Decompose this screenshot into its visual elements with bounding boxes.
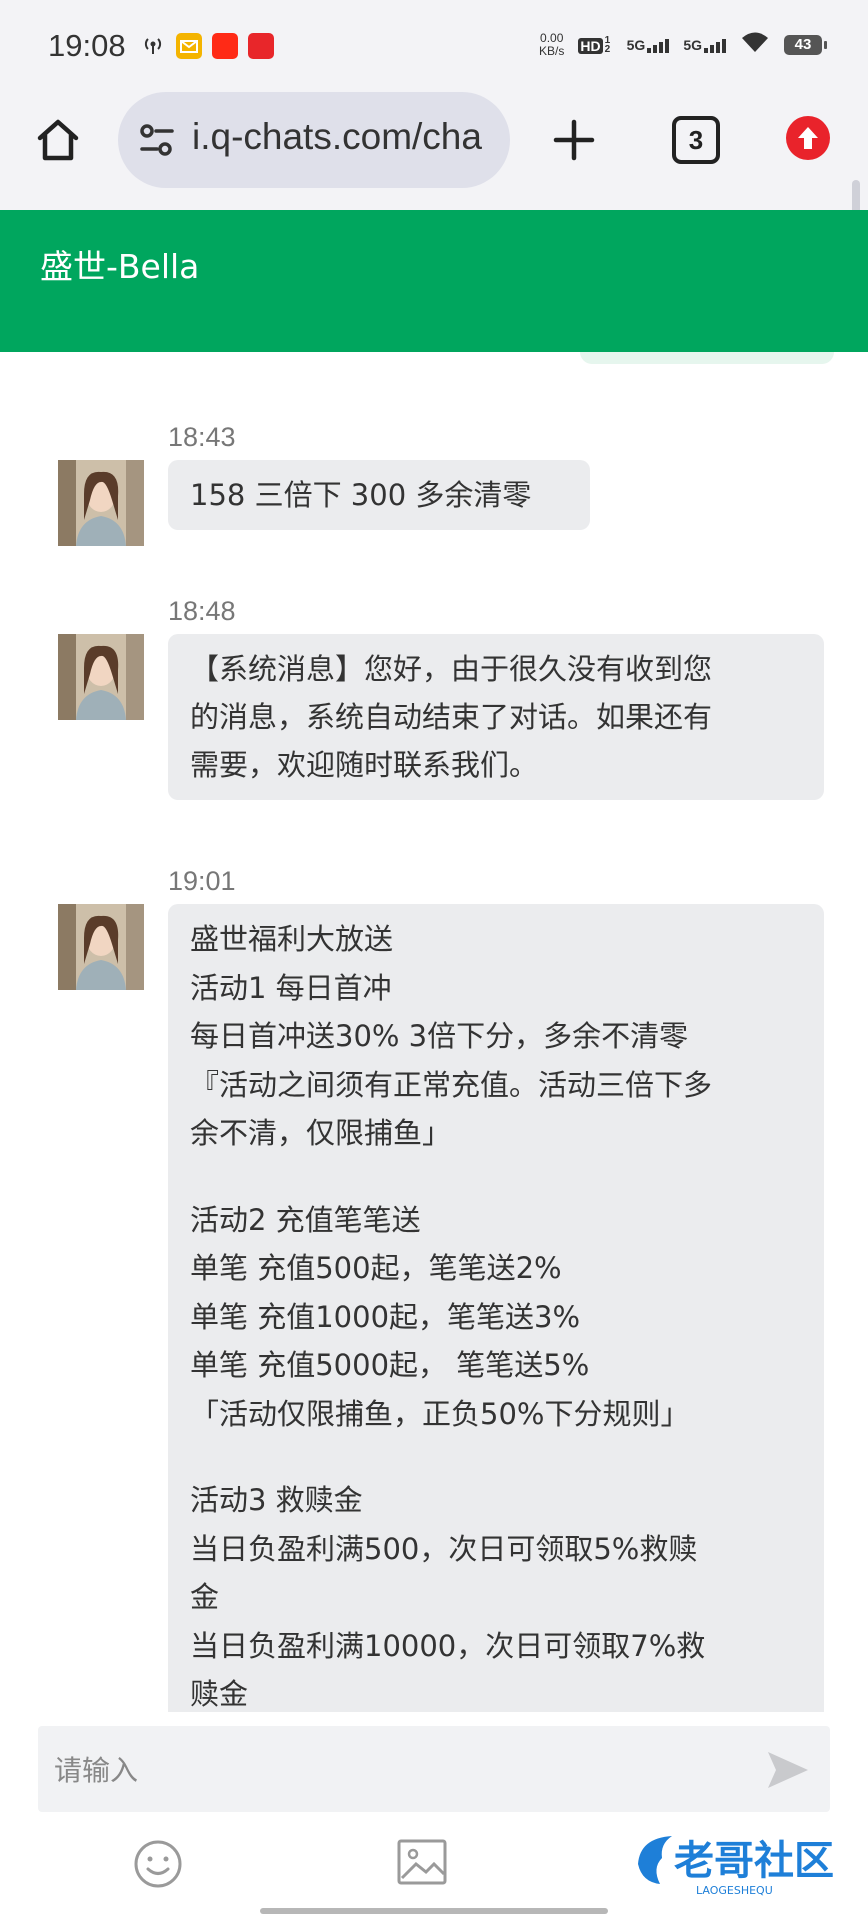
hd-indicator: HD 1 2	[578, 34, 612, 55]
hotspot-icon	[140, 32, 166, 60]
update-button[interactable]	[786, 116, 830, 160]
message-bubble: 【系统消息】您好，由于很久没有收到您 的消息，系统自动结束了对话。如果还有 需要…	[168, 634, 824, 800]
message-line: 『活动之间须有正常充值。活动三倍下多	[190, 1067, 713, 1102]
watermark-subtext: LAOGESHEQU	[696, 1884, 773, 1897]
upload-icon	[798, 127, 818, 149]
home-button[interactable]	[30, 112, 86, 168]
message-line: 需要，欢迎随时联系我们。	[190, 748, 539, 782]
message-line: 活动3 救赎金	[190, 1483, 363, 1517]
message-line: 158 三倍下 300 多余清零	[190, 478, 532, 512]
message-line: 「活动仅限捕鱼，正负50%下分规则」	[190, 1396, 690, 1431]
message-line: 单笔 充值5000起， 笔笔送5%	[190, 1348, 590, 1382]
message-input-box	[38, 1726, 830, 1814]
new-tab-button[interactable]	[546, 112, 602, 168]
status-time: 19:08	[48, 28, 126, 63]
tab-switcher-button[interactable]: 3	[672, 116, 720, 164]
address-bar[interactable]: i.q-chats.com/cha	[118, 92, 510, 188]
hd-sub: 1 2	[604, 34, 611, 55]
avatar[interactable]	[58, 460, 144, 546]
battery-indicator: 43	[784, 34, 827, 55]
sim1-label: 5G	[626, 36, 646, 53]
signal-sim1-icon: 5G	[627, 37, 670, 53]
message-line: 赎金	[190, 1677, 249, 1711]
watermark-logo: 老哥社区 LAOGESHEQU	[630, 1824, 854, 1898]
message-line: 当日负盈利满500，次日可领取5%救赎	[190, 1531, 698, 1566]
message-line: 活动1 每日首冲	[190, 970, 392, 1005]
avatar[interactable]	[58, 904, 144, 990]
home-icon	[37, 119, 79, 161]
wifi-icon	[740, 30, 770, 59]
net-speed-unit: KB/s	[539, 43, 565, 58]
avatar[interactable]	[58, 634, 144, 720]
message-line: 单笔 充值500起，笔笔送2%	[190, 1251, 562, 1285]
gift-app-icon	[248, 33, 274, 59]
emoji-icon[interactable]	[132, 1838, 184, 1890]
message-time: 18:43	[168, 422, 236, 452]
message-list[interactable]: 18:43 158 三倍下 300 多余清零 18:48 【系统消息】您好，由于…	[0, 352, 868, 1712]
message-line: 金	[190, 1580, 220, 1614]
chat-title: 盛世-Bella	[40, 247, 200, 286]
input-toolbar: 老哥社区 LAOGESHEQU	[0, 1812, 868, 1920]
message-line: 【系统消息】您好，由于很久没有收到您	[190, 652, 713, 686]
image-icon[interactable]	[396, 1838, 448, 1886]
message-time: 19:01	[168, 866, 236, 896]
message-line: 当日负盈利满10000，次日可领取7%救	[190, 1628, 706, 1663]
watermark-text: 老哥社区	[674, 1838, 834, 1884]
browser-toolbar: i.q-chats.com/cha 3	[0, 92, 868, 284]
message-time: 18:48	[168, 596, 236, 626]
signal-sim2-icon: 5G	[683, 37, 726, 53]
plus-icon	[553, 119, 595, 161]
chat-header: 盛世-Bella	[0, 210, 868, 352]
mail-app-icon	[176, 33, 202, 59]
message-line: 余不清，仅限捕鱼」	[190, 1116, 452, 1150]
message-bubble: 158 三倍下 300 多余清零	[168, 460, 590, 530]
home-indicator[interactable]	[260, 1908, 608, 1914]
message-line: 活动2 充值笔笔送	[190, 1202, 421, 1237]
site-settings-icon[interactable]	[138, 120, 176, 164]
sim2-label: 5G	[683, 36, 702, 53]
net-speed-value: 0.00	[540, 30, 564, 45]
message-line: 盛世福利大放送	[190, 922, 394, 956]
status-bar: 19:08 0.00 KB/s HD 1 2 5G 5G 43	[0, 0, 868, 92]
message-line: 每日首冲送30% 3倍下分，多余不清零	[190, 1019, 689, 1053]
message-input[interactable]	[52, 1726, 756, 1814]
hd-label: HD	[578, 37, 603, 54]
net-speed: 0.00 KB/s	[539, 30, 565, 58]
notification-icons	[140, 32, 274, 60]
url-text: i.q-chats.com/cha	[192, 116, 482, 157]
taobao-app-icon	[212, 33, 238, 59]
status-right-icons: 0.00 KB/s HD 1 2 5G 5G 43	[539, 30, 827, 59]
message-line: 单笔 充值1000起，笔笔送3%	[190, 1299, 581, 1334]
send-icon[interactable]	[764, 1746, 812, 1794]
message-bubble: 盛世福利大放送 活动1 每日首冲 每日首冲送30% 3倍下分，多余不清零 『活动…	[168, 904, 824, 1712]
message-line: 的消息，系统自动结束了对话。如果还有	[190, 700, 713, 734]
previous-message-bubble	[580, 352, 834, 364]
